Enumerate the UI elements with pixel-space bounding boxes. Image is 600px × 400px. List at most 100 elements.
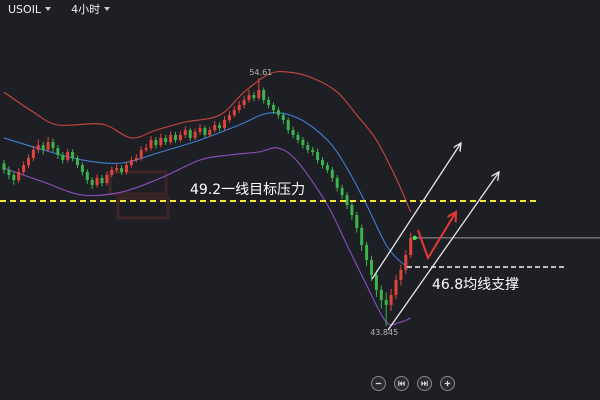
candle-body bbox=[316, 151, 320, 161]
candle-body bbox=[46, 142, 50, 150]
candle-body bbox=[56, 148, 60, 155]
candle-body bbox=[139, 149, 143, 158]
zoom-out-button[interactable] bbox=[371, 376, 386, 391]
candle bbox=[95, 174, 99, 188]
candle bbox=[76, 155, 79, 169]
candle bbox=[213, 120, 217, 133]
candle-body bbox=[330, 169, 334, 179]
candle bbox=[22, 161, 26, 176]
jump-end-button[interactable] bbox=[417, 376, 432, 391]
candle-body bbox=[7, 169, 11, 176]
chart-header: USOIL 4小时 bbox=[8, 2, 130, 16]
candle-body bbox=[404, 254, 408, 270]
candle bbox=[188, 127, 192, 141]
candle bbox=[12, 171, 16, 185]
candle bbox=[90, 177, 94, 189]
candle bbox=[237, 100, 241, 113]
candle-body bbox=[232, 110, 236, 116]
candle-body bbox=[296, 134, 300, 141]
candle bbox=[85, 169, 89, 184]
candle-body bbox=[242, 99, 246, 106]
candle bbox=[144, 143, 148, 153]
low-price-label: 43.845 bbox=[370, 328, 398, 337]
candle bbox=[120, 165, 124, 176]
candle-body bbox=[306, 145, 310, 150]
candle-body bbox=[51, 142, 55, 149]
chevron-down-icon bbox=[104, 7, 111, 11]
candle bbox=[365, 241, 369, 266]
chevron-down-icon bbox=[45, 7, 52, 11]
zoom-in-button[interactable] bbox=[440, 376, 455, 391]
candle bbox=[227, 110, 231, 123]
candle bbox=[56, 145, 60, 159]
candle-body bbox=[31, 149, 35, 158]
timeframe-label: 4小时 bbox=[71, 3, 101, 16]
candle bbox=[394, 275, 398, 300]
candle bbox=[286, 117, 290, 134]
candle bbox=[223, 116, 226, 131]
candle-body bbox=[149, 140, 153, 149]
channel-upper-arrow bbox=[371, 143, 461, 280]
candlestick-series bbox=[2, 78, 413, 326]
candle-body bbox=[100, 178, 104, 184]
candle bbox=[379, 285, 383, 309]
candle bbox=[389, 289, 393, 311]
candle-body bbox=[218, 125, 222, 129]
candle bbox=[335, 175, 339, 192]
candle bbox=[325, 162, 329, 174]
candle-body bbox=[213, 125, 217, 131]
support-label: 46.8均线支撑 bbox=[432, 277, 519, 293]
candle-body bbox=[301, 140, 305, 146]
candle-body bbox=[247, 95, 251, 100]
candle-body bbox=[227, 115, 231, 120]
candle-body bbox=[90, 180, 94, 185]
candle-body bbox=[223, 119, 226, 129]
candle-body bbox=[85, 172, 89, 181]
candle bbox=[178, 131, 182, 143]
candle-body bbox=[384, 300, 388, 305]
candle-body bbox=[321, 160, 324, 166]
jump-start-icon bbox=[398, 380, 405, 387]
candle-body bbox=[129, 160, 133, 166]
candle-body bbox=[12, 175, 16, 181]
candle-body bbox=[335, 178, 339, 188]
candle-body bbox=[115, 168, 119, 170]
candle bbox=[169, 131, 173, 145]
candle-body bbox=[379, 289, 383, 301]
jump-start-button[interactable] bbox=[394, 376, 409, 391]
candle bbox=[267, 96, 271, 109]
candle bbox=[46, 137, 50, 152]
candle bbox=[208, 126, 212, 138]
candle-body bbox=[360, 227, 364, 246]
channel-lower-arrow bbox=[387, 172, 499, 331]
candle-body bbox=[340, 187, 344, 196]
candle-body bbox=[272, 105, 275, 111]
candle-body bbox=[27, 157, 30, 166]
candle-body bbox=[159, 137, 163, 146]
candle-body bbox=[66, 151, 70, 161]
candle-body bbox=[281, 115, 285, 120]
candle-body bbox=[144, 148, 148, 150]
candle-body bbox=[399, 269, 403, 281]
high-price-label: 54.61 bbox=[249, 68, 272, 77]
price-chart[interactable]: 49.2一线目标压力 46.8均线支撑 54.61 43.845 bbox=[0, 0, 600, 400]
timeframe-selector[interactable]: 4小时 bbox=[71, 1, 111, 17]
candle-body bbox=[237, 105, 241, 111]
candle bbox=[80, 162, 84, 176]
candle-body bbox=[394, 280, 398, 295]
candle bbox=[316, 148, 320, 164]
candle-body bbox=[183, 130, 187, 135]
candle-body bbox=[36, 145, 40, 150]
candle-body bbox=[409, 237, 413, 255]
candle-body bbox=[188, 130, 192, 138]
candle bbox=[291, 126, 295, 139]
candle-body bbox=[311, 149, 315, 152]
candle bbox=[252, 92, 256, 102]
candle-body bbox=[193, 131, 197, 138]
candle-body bbox=[2, 163, 6, 170]
candle-body bbox=[262, 90, 266, 100]
candle bbox=[350, 201, 354, 220]
candle bbox=[71, 149, 75, 162]
symbol-selector[interactable]: USOIL bbox=[8, 3, 52, 16]
candle-body bbox=[203, 128, 207, 135]
